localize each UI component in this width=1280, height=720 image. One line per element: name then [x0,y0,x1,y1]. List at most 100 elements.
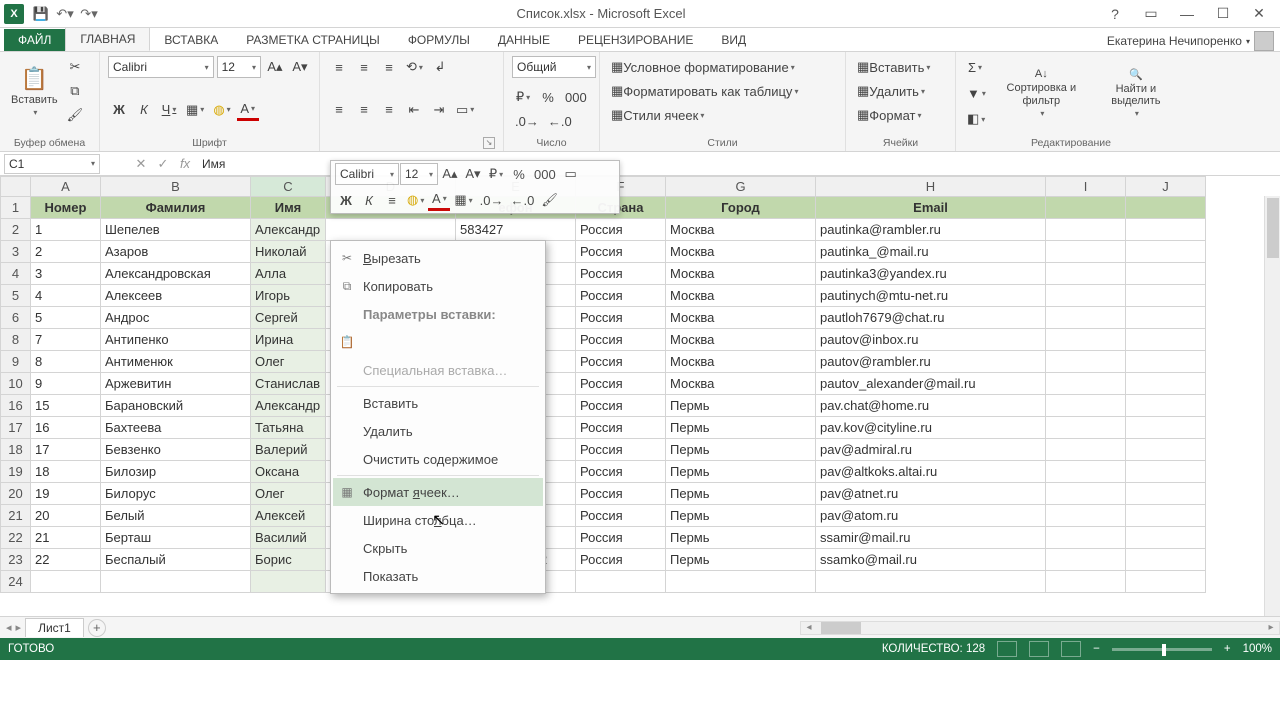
vertical-scrollbar[interactable] [1264,196,1280,616]
insert-cells-button[interactable]: ▦ Вставить▾ [854,56,947,78]
row-header[interactable]: 2 [1,219,31,241]
cell[interactable]: pautloh7679@chat.ru [816,307,1046,329]
row-header[interactable]: 16 [1,395,31,417]
insert-function-icon[interactable]: fx [174,156,196,171]
cell[interactable]: 4 [31,285,101,307]
row-header[interactable]: 19 [1,461,31,483]
cell[interactable]: pautinka3@yandex.ru [816,263,1046,285]
cell[interactable] [1046,549,1126,571]
row-header[interactable]: 20 [1,483,31,505]
cell[interactable]: Александр [251,395,326,417]
cell[interactable] [1126,417,1206,439]
italic-button[interactable]: К [133,99,155,121]
row-header[interactable]: 6 [1,307,31,329]
cell[interactable]: Билозир [101,461,251,483]
cell[interactable]: 583427 [456,219,576,241]
view-normal-icon[interactable] [997,641,1017,657]
format-as-table-button[interactable]: ▦ Форматировать как таблицу▾ [608,80,837,102]
close-icon[interactable]: ✕ [1246,4,1272,24]
cell[interactable]: 22 [31,549,101,571]
cell[interactable] [1046,241,1126,263]
name-box[interactable]: C1▾ [4,154,100,174]
add-sheet-button[interactable]: + [88,619,106,637]
row-header[interactable]: 10 [1,373,31,395]
cell[interactable]: Билорус [101,483,251,505]
sheet-nav-next[interactable]: ▸ [16,621,22,634]
row-header[interactable]: 22 [1,527,31,549]
cell[interactable] [1046,307,1126,329]
number-format-combo[interactable]: Общий▾ [512,56,596,78]
format-cells-button[interactable]: ▦ Формат▾ [854,104,947,126]
align-left-icon[interactable]: ≡ [328,99,350,121]
zoom-slider[interactable] [1112,648,1212,651]
zoom-in-icon[interactable]: + [1224,643,1231,655]
cell[interactable] [576,571,666,593]
menu-hide[interactable]: Скрыть [333,534,543,562]
cell[interactable]: Аржевитин [101,373,251,395]
minimize-icon[interactable]: — [1174,4,1200,24]
border-button[interactable]: ▦▾ [183,99,207,121]
horizontal-scrollbar[interactable]: ◂▸ [800,621,1280,635]
cell[interactable] [1126,329,1206,351]
mini-fill-icon[interactable]: ◍▾ [404,189,427,211]
row-header[interactable]: 8 [1,329,31,351]
cell[interactable] [1046,351,1126,373]
find-select-button[interactable]: 🔍Найти и выделить▾ [1094,61,1178,125]
cell[interactable] [1046,373,1126,395]
cell[interactable]: Россия [576,329,666,351]
underline-button[interactable]: Ч▾ [158,99,180,121]
mini-dec-dec-icon[interactable]: ←.0 [508,189,538,211]
mini-inc-dec-icon[interactable]: .0→ [477,189,507,211]
cell[interactable]: Андрос [101,307,251,329]
cell[interactable]: Москва [666,351,816,373]
cell[interactable]: Пермь [666,505,816,527]
user-avatar[interactable] [1254,31,1274,51]
cell[interactable]: Пермь [666,461,816,483]
cell[interactable]: Азаров [101,241,251,263]
bold-button[interactable]: Ж [108,99,130,121]
cell[interactable]: Алексей [251,505,326,527]
cell[interactable]: pautinka@rambler.ru [816,219,1046,241]
cell[interactable]: Шепелев [101,219,251,241]
cell[interactable] [1046,461,1126,483]
row-header[interactable]: 1 [1,197,31,219]
cell[interactable] [1126,571,1206,593]
cell[interactable]: Россия [576,263,666,285]
cell[interactable] [1046,417,1126,439]
cell[interactable]: 1 [31,219,101,241]
view-page-break-icon[interactable] [1061,641,1081,657]
menu-copy[interactable]: ⧉Копировать [333,272,543,300]
cell[interactable]: Москва [666,285,816,307]
decrease-font-icon[interactable]: A▾ [289,56,311,78]
cell[interactable]: Москва [666,307,816,329]
cell[interactable]: Бахтеева [101,417,251,439]
cell[interactable]: Россия [576,351,666,373]
cell[interactable]: Пермь [666,439,816,461]
cell[interactable] [1126,461,1206,483]
mini-format-painter-icon[interactable]: 🖌 [538,189,561,211]
cell[interactable]: pautov@inbox.ru [816,329,1046,351]
cell[interactable]: 8 [31,351,101,373]
cell[interactable]: Алла [251,263,326,285]
view-page-layout-icon[interactable] [1029,641,1049,657]
cell[interactable]: Москва [666,241,816,263]
cell[interactable]: Имя [251,197,326,219]
cell[interactable] [1126,439,1206,461]
undo-icon[interactable]: ↶▾ [54,3,76,25]
row-header[interactable]: 18 [1,439,31,461]
cell[interactable]: pav@admiral.ru [816,439,1046,461]
cell[interactable]: Россия [576,527,666,549]
mini-font-color-icon[interactable]: A▾ [428,189,450,211]
menu-delete[interactable]: Удалить [333,417,543,445]
cell[interactable] [1046,197,1126,219]
cell[interactable] [1046,263,1126,285]
cell[interactable] [666,571,816,593]
cell[interactable] [1046,395,1126,417]
mini-font-combo[interactable]: Calibri▾ [335,163,399,185]
cell[interactable]: Россия [576,549,666,571]
menu-format-cells[interactable]: ▦Формат ячеек… [333,478,543,506]
cell[interactable]: Белый [101,505,251,527]
cell-styles-button[interactable]: ▦ Стили ячеек▾ [608,104,837,126]
redo-icon[interactable]: ↷▾ [78,3,100,25]
cell[interactable]: Россия [576,505,666,527]
